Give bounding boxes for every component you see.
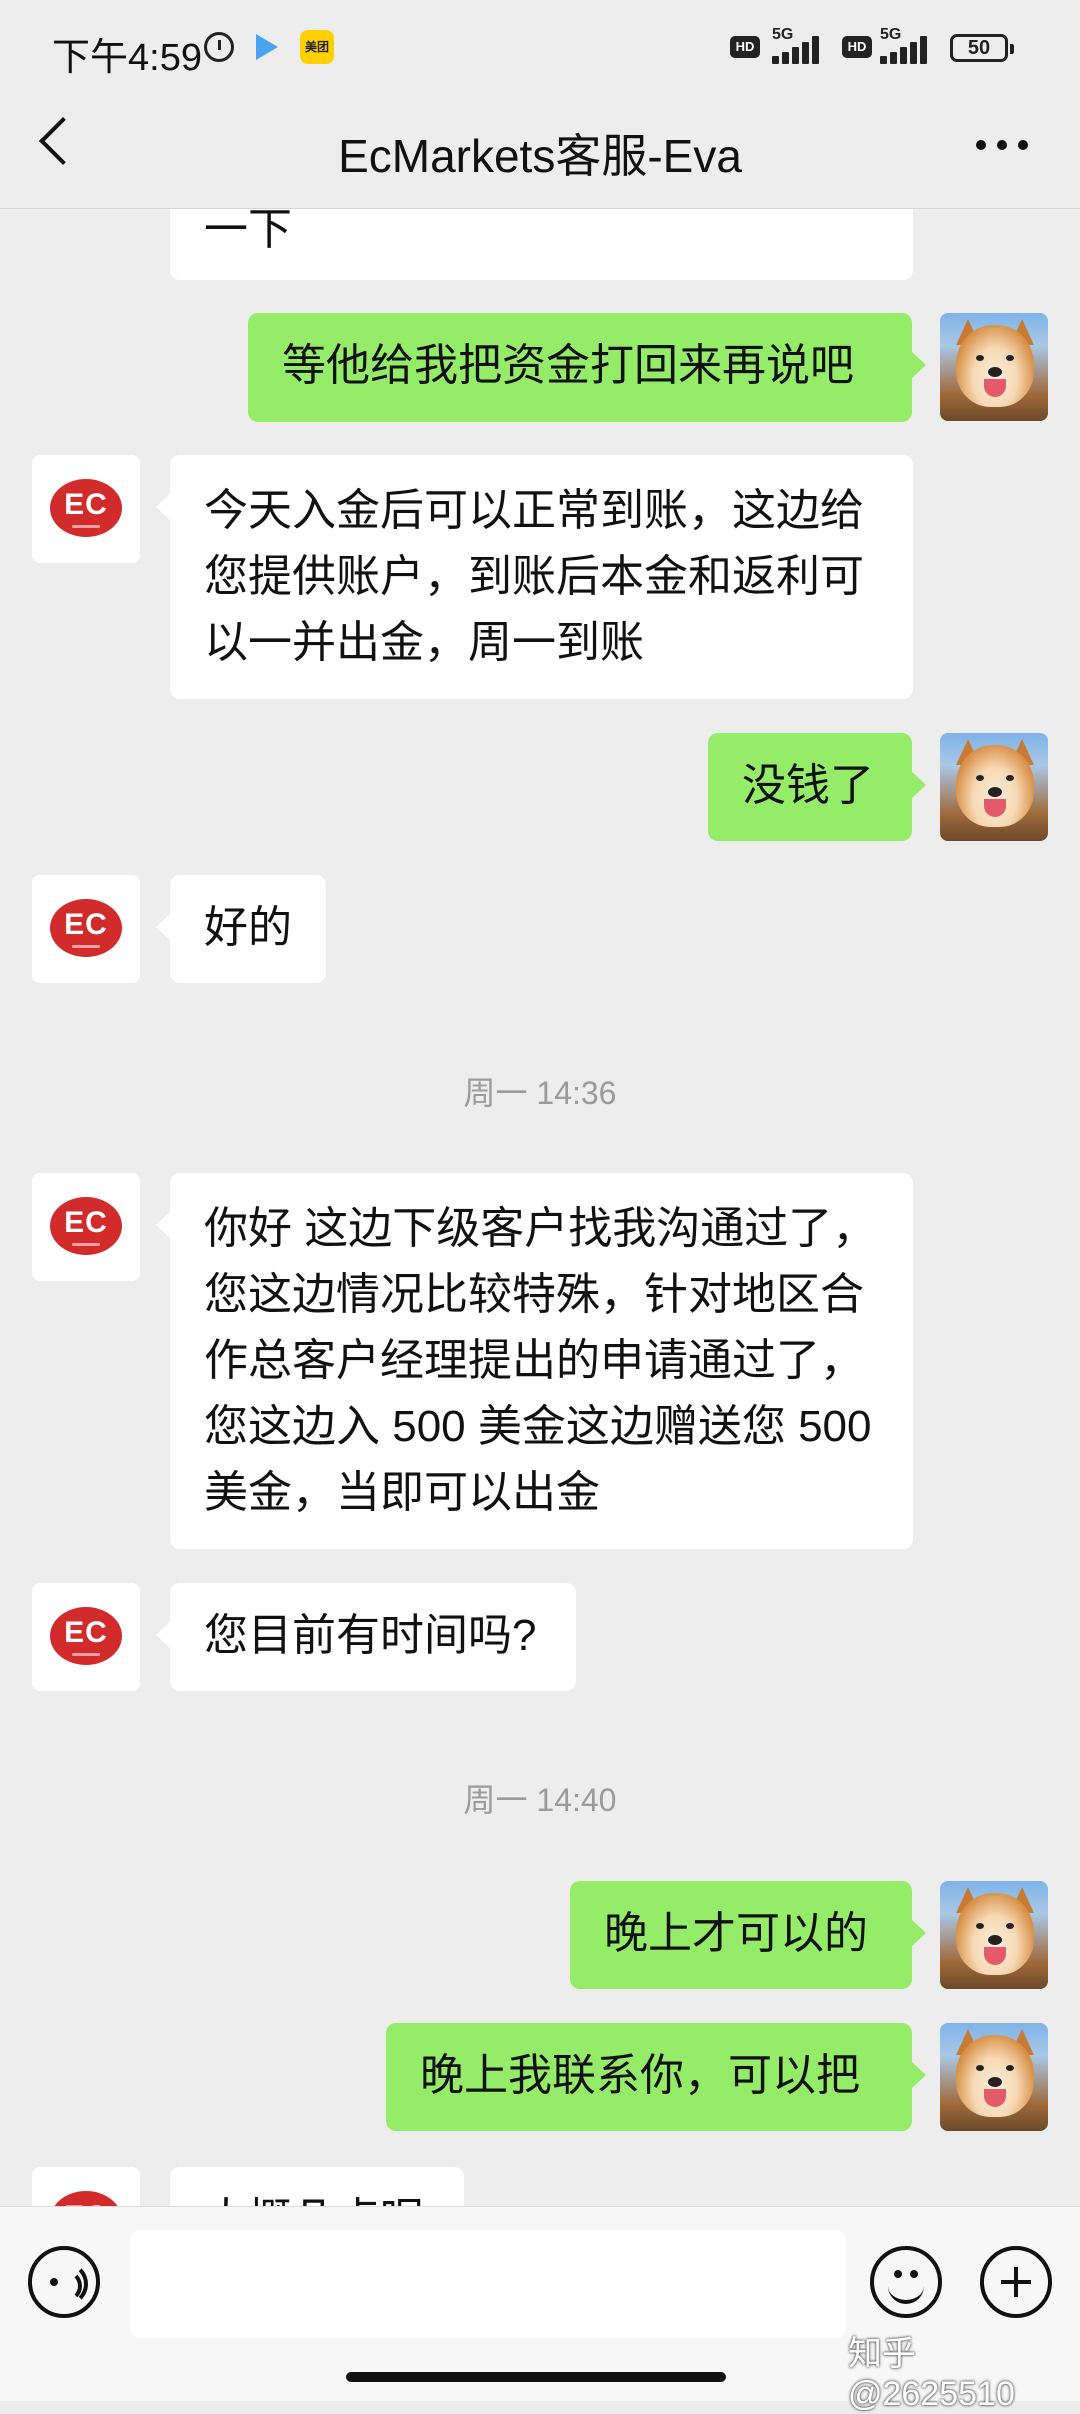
message-text: 美金，当即可以出金 — [204, 1468, 600, 1517]
agent-avatar[interactable]: EC — [32, 1583, 140, 1691]
plus-icon[interactable] — [980, 2246, 1052, 2318]
ec-logo: EC — [50, 1197, 122, 1255]
message-timestamp: 周一 14:36 — [463, 1075, 617, 1111]
ec-logo: EC — [50, 479, 122, 537]
signal-icon — [880, 34, 938, 64]
message-text: 好的 — [204, 903, 292, 952]
message-bubble[interactable]: 晚上才可以的 — [570, 1881, 926, 1989]
message-text: 没钱了 — [742, 761, 874, 810]
user-avatar[interactable] — [940, 2023, 1048, 2131]
message-list[interactable]: 一下 等他给我把资金打回来再说吧 EC 今天入金后可以正常到账，这边给 您提供账… — [0, 209, 1080, 2206]
emoji-icon[interactable] — [870, 2246, 942, 2318]
watermark: 知乎 @2625510 — [848, 2335, 1015, 2413]
hd-badge: HD — [730, 36, 760, 58]
message-bubble[interactable]: 没钱了 — [708, 733, 926, 841]
message-bubble[interactable]: 等他给我把资金打回来再说吧 — [248, 313, 926, 422]
user-avatar[interactable] — [940, 1881, 1048, 1989]
message-bubble[interactable]: 今天入金后可以正常到账，这边给 您提供账户，到账后本金和返利可 以一并出金，周一… — [156, 455, 913, 699]
message-bubble[interactable]: 好的 — [156, 875, 326, 983]
voice-icon[interactable] — [28, 2246, 100, 2318]
status-bar: 下午4:59 美团 HD 5G HD 5G 50 — [0, 0, 1080, 96]
agent-avatar[interactable]: EC — [32, 2167, 140, 2206]
chat-title: EcMarkets客服-Eva — [338, 130, 742, 182]
ec-logo: EC — [50, 2191, 122, 2206]
message-text: 晚上我联系你，可以把 — [420, 2051, 860, 2100]
message-text: 等他给我把资金打回来再说吧 — [282, 341, 854, 390]
battery-icon: 50 — [950, 34, 1014, 62]
ec-logo: EC — [50, 899, 122, 957]
video-app-icon — [256, 34, 278, 60]
message-text: 您提供账户，到账后本金和返利可 — [204, 552, 864, 601]
message-text: 晚上才可以的 — [604, 1909, 868, 1958]
agent-avatar[interactable]: EC — [32, 1173, 140, 1281]
message-text: 你好 这边下级客户找我沟通过了， — [204, 1204, 877, 1253]
message-input[interactable] — [130, 2230, 846, 2338]
agent-avatar[interactable]: EC — [32, 875, 140, 983]
meituan-app-icon: 美团 — [300, 30, 334, 64]
message-text: 大概几点呢 — [204, 2187, 430, 2206]
signal-icon — [772, 34, 830, 64]
more-options-icon[interactable] — [976, 140, 1028, 150]
message-text: 以一并出金，周一到账 — [204, 618, 644, 667]
message-timestamp: 周一 14:40 — [463, 1782, 617, 1818]
message-text: 您这边入 500 美金这边赠送您 500 — [204, 1402, 872, 1451]
status-time: 下午4:59 — [52, 37, 202, 79]
message-text: 一下 — [204, 209, 292, 254]
hd-badge: HD — [842, 36, 872, 58]
user-avatar[interactable] — [940, 313, 1048, 421]
agent-avatar[interactable]: EC — [32, 455, 140, 563]
message-bubble[interactable]: 晚上我联系你，可以把 — [386, 2023, 926, 2131]
home-indicator[interactable] — [346, 2372, 726, 2382]
message-bubble[interactable]: 你好 这边下级客户找我沟通过了， 您这边情况比较特殊，针对地区合 作总客户经理提… — [156, 1173, 913, 1549]
message-text: 作总客户经理提出的申请通过了， — [204, 1336, 864, 1385]
user-avatar[interactable] — [940, 733, 1048, 841]
alarm-icon — [204, 32, 234, 62]
message-text: 今天入金后可以正常到账，这边给 — [204, 486, 864, 535]
message-bubble[interactable]: 您目前有时间吗? — [156, 1583, 576, 1691]
ec-logo: EC — [50, 1607, 122, 1665]
message-bubble[interactable]: 大概几点呢 — [156, 2167, 464, 2206]
message-text: 您这边情况比较特殊，针对地区合 — [204, 1270, 864, 1319]
message-text: 您目前有时间吗? — [204, 1611, 537, 1660]
message-bubble[interactable]: 一下 — [170, 209, 913, 280]
